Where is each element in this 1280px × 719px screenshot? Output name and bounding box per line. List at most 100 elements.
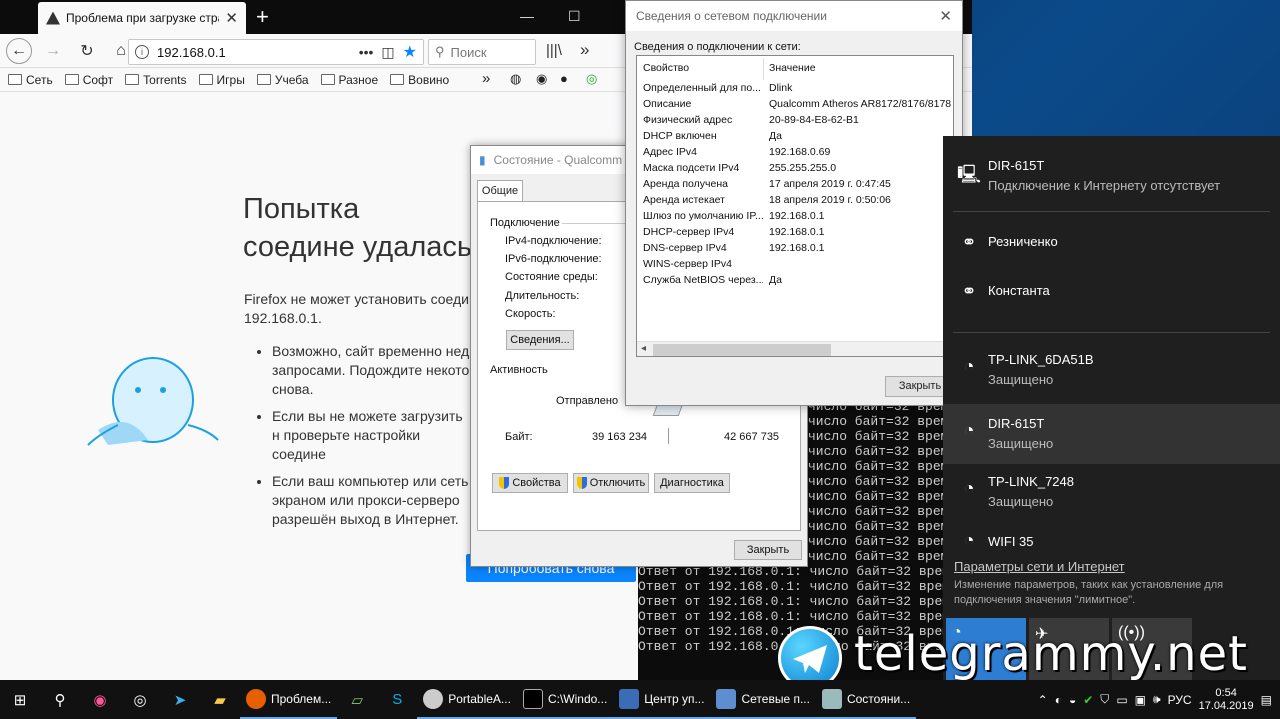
taskbar-app[interactable]: Сетевые п... [710,680,816,719]
row-value: 17 апреля 2019 г. 0:47:45 [769,178,891,190]
network-item[interactable]: ◔ TP-LINK_6DA51B Защищено [943,340,1280,400]
file-explorer-icon[interactable]: ▰ [200,680,240,719]
overflow-chevron-icon[interactable]: » [580,40,589,60]
extension-icon[interactable]: ◍ [510,71,521,87]
network-settings-link[interactable]: Параметры сети и Интернет [954,559,1125,574]
network-item[interactable]: ⚭ Константа [943,265,1280,325]
tray-app-icon[interactable]: ✔ [1083,693,1093,707]
taskbar-app[interactable]: Проблем... [240,680,338,719]
table-row[interactable]: Служба NetBIOS через... Да [637,274,953,290]
column-header-property[interactable]: Свойство [643,62,763,74]
app-icon[interactable]: ◉ [80,680,120,719]
bookmark-item[interactable]: Софт [64,73,113,87]
notepad-icon[interactable]: ▱ [337,680,377,719]
tray-app-icon[interactable]: ◐ [1055,693,1062,707]
url-bar[interactable]: i 192.168.0.1 ••• ◫ ★ [128,39,424,65]
folder-icon [256,74,271,85]
table-row[interactable]: Определенный для по... Dlink [637,82,953,98]
tray-app-icon[interactable]: ◒ [1069,693,1076,707]
network-item[interactable]: ◔ TP-LINK_7248 Защищено [943,462,1280,522]
library-icon[interactable]: |||\ [546,42,562,59]
folder-icon [64,74,79,85]
table-row[interactable]: Физический адрес 20-89-84-E8-62-B1 [637,114,953,130]
table-row[interactable]: DHCP-сервер IPv4 192.168.0.1 [637,226,953,242]
start-button[interactable]: ⊞ [0,680,40,719]
properties-button[interactable]: Свойства [492,473,568,493]
connected-network[interactable]: 🖳 DIR-615T Подключение к Интернету отсут… [943,146,1280,206]
info-icon[interactable]: i [135,45,149,59]
scroll-left-icon[interactable]: ◂ [641,343,646,354]
close-icon[interactable]: ✕ [939,7,952,25]
clock[interactable]: 0:54 17.04.2019 [1199,687,1254,713]
reload-button[interactable]: ↻ [74,38,100,64]
page-actions-icon[interactable]: ••• [359,44,374,60]
browser-tab[interactable]: Проблема при загрузке стра ✕ [38,2,246,34]
search-icon[interactable]: ⚲ [40,680,80,719]
extension-icon[interactable]: ◎ [586,71,597,87]
bookmark-item[interactable]: Учеба [256,73,309,87]
bookmarks-overflow-icon[interactable]: » [482,70,490,87]
media-state-label: Состояние среды: [505,271,598,283]
network-item[interactable]: ◔ WIFI 35 [943,526,1280,550]
tab-general[interactable]: Общие [477,180,523,202]
taskbar-app[interactable]: C:\Windo... [516,680,614,719]
row-key: Аренда получена [643,178,728,190]
skype-icon[interactable]: S [377,680,417,719]
bookmark-item[interactable]: Игры [198,72,245,87]
folder-icon [8,74,22,85]
minimize-button[interactable]: — [520,8,534,24]
properties-label: Свойства [512,477,561,489]
new-tab-button[interactable]: + [256,4,269,30]
extension-icon[interactable]: ◉ [536,71,547,87]
table-row[interactable]: DHCP включен Да [637,130,953,146]
action-center-icon[interactable]: ▤ [1261,693,1272,707]
folder-icon [125,74,140,85]
scrollbar-thumb[interactable] [653,344,831,356]
pocket-icon[interactable]: ◫ [381,44,394,61]
table-row[interactable]: Шлюз по умолчанию IP... 192.168.0.1 [637,210,953,226]
search-input[interactable]: ⚲ Поиск [428,39,536,65]
portable-app-icon [423,688,444,709]
diagnose-button[interactable]: Диагностика [654,473,730,493]
details-window-titlebar[interactable]: Сведения о сетевом подключении ✕ [626,1,962,31]
table-row[interactable]: Адрес IPv4 192.168.0.69 [637,146,953,162]
table-row[interactable]: DNS-сервер IPv4 192.168.0.1 [637,242,953,258]
back-button[interactable]: ← [6,37,32,64]
taskbar-app[interactable]: Центр уп... [613,680,711,719]
network-icon[interactable]: ▣ [1135,693,1146,707]
tray-overflow-icon[interactable]: ⌃ [1038,693,1048,707]
volume-icon[interactable]: 🕪 [1153,692,1161,707]
bookmark-label: Игры [216,72,245,87]
details-button[interactable]: Сведения... [506,330,574,350]
tray-app-icon[interactable]: ▭ [1116,693,1127,707]
row-value: Qualcomm Atheros AR8172/8176/8178 F [769,98,954,110]
bookmark-item[interactable]: Torrents [125,73,187,87]
horizontal-scrollbar[interactable]: ◂ [637,341,953,356]
bookmark-item[interactable]: Вовино [390,73,449,87]
table-row[interactable]: Маска подсети IPv4 255.255.255.0 [637,162,953,178]
bookmark-item[interactable]: Сеть [8,73,53,87]
taskbar-app[interactable]: Состояни... [815,680,917,719]
network-item[interactable]: ◔ DIR-615T Защищено [943,404,1280,464]
column-header-value[interactable]: Значение [769,62,953,74]
details-list[interactable]: Свойство Значение Определенный для по...… [636,55,954,357]
telegram-icon[interactable]: ➤ [160,680,200,719]
folder-icon [390,74,405,85]
forward-button[interactable]: → [40,38,66,64]
bookmark-star-icon[interactable]: ★ [403,42,417,62]
table-row[interactable]: WINS-сервер IPv4 [637,258,953,274]
disable-button[interactable]: Отключить [573,473,649,493]
github-icon[interactable]: ● [560,71,568,86]
language-indicator[interactable]: РУС [1168,693,1192,707]
table-row[interactable]: Описание Qualcomm Atheros AR8172/8176/817… [637,98,954,114]
table-row[interactable]: Аренда получена 17 апреля 2019 г. 0:47:45 [637,178,953,194]
maximize-button[interactable]: ☐ [568,8,581,25]
bookmark-item[interactable]: Разное [320,73,378,87]
taskbar-app[interactable]: PortableA... [417,680,517,719]
table-row[interactable]: Аренда истекает 18 апреля 2019 г. 0:50:06 [637,194,953,210]
app-icon[interactable]: ◎ [120,680,160,719]
close-button[interactable]: Закрыть [734,540,802,560]
network-adapter-icon: ▮ [479,153,486,167]
defender-icon[interactable]: ⛉ [1100,692,1109,707]
close-tab-icon[interactable]: ✕ [225,9,238,27]
